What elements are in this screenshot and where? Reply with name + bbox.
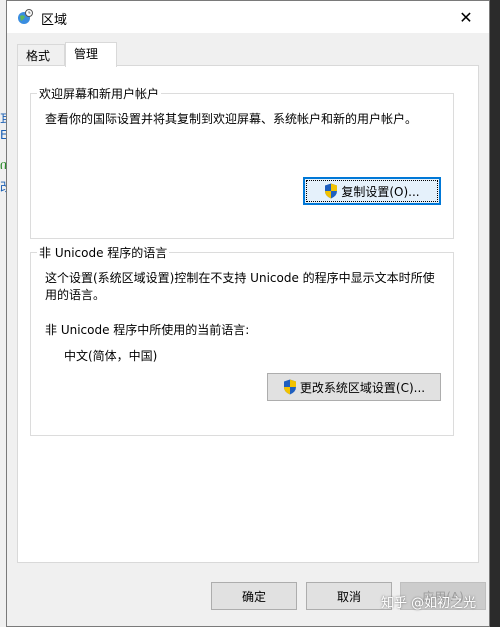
copy-settings-label: 复制设置(O)...: [341, 184, 420, 199]
copy-settings-button[interactable]: 复制设置(O)...: [303, 177, 441, 205]
close-button[interactable]: ✕: [443, 1, 489, 33]
group-title: 欢迎屏幕和新用户帐户: [37, 85, 162, 102]
welcome-description: 查看你的国际设置并将其复制到欢迎屏幕、系统帐户和新的用户帐户。: [45, 112, 418, 126]
shield-icon: [325, 183, 338, 199]
window-title: 区域: [41, 13, 68, 28]
close-icon: ✕: [459, 7, 473, 27]
ok-button[interactable]: 确定: [211, 582, 297, 610]
tab-panel-administrative: 欢迎屏幕和新用户帐户 查看你的国际设置并将其复制到欢迎屏幕、系统帐户和新的用户帐…: [17, 65, 479, 563]
tab-administrative[interactable]: 管理: [65, 42, 117, 67]
cancel-button[interactable]: 取消: [306, 582, 392, 610]
region-dialog: 区域 ✕ 格式 管理 欢迎屏幕和新用户帐户 查看你的国际设置并将其复制到欢迎屏幕…: [6, 0, 490, 627]
unicode-group: 非 Unicode 程序的语言 这个设置(系统区域设置)控制在不支持 Unico…: [30, 244, 454, 436]
current-language-label: 非 Unicode 程序中所使用的当前语言:: [45, 323, 250, 337]
tab-formats[interactable]: 格式: [17, 44, 65, 66]
background-window-right: [490, 0, 500, 627]
change-system-locale-button[interactable]: 更改系统区域设置(C)...: [267, 373, 441, 401]
welcome-group: 欢迎屏幕和新用户帐户 查看你的国际设置并将其复制到欢迎屏幕、系统帐户和新的用户帐…: [30, 85, 454, 239]
change-system-locale-label: 更改系统区域设置(C)...: [299, 380, 426, 395]
current-language-value: 中文(简体，中国): [64, 349, 158, 363]
globe-clock-icon: [18, 9, 33, 24]
group-title: 非 Unicode 程序的语言: [37, 244, 170, 261]
shield-icon: [283, 379, 296, 395]
unicode-description-line2: 用的语言。: [45, 288, 106, 302]
unicode-description-line1: 这个设置(系统区域设置)控制在不支持 Unicode 的程序中显示文本时所使: [45, 271, 435, 285]
watermark: 知乎 @如初之光: [381, 596, 477, 611]
title-bar[interactable]: 区域 ✕: [7, 1, 489, 33]
